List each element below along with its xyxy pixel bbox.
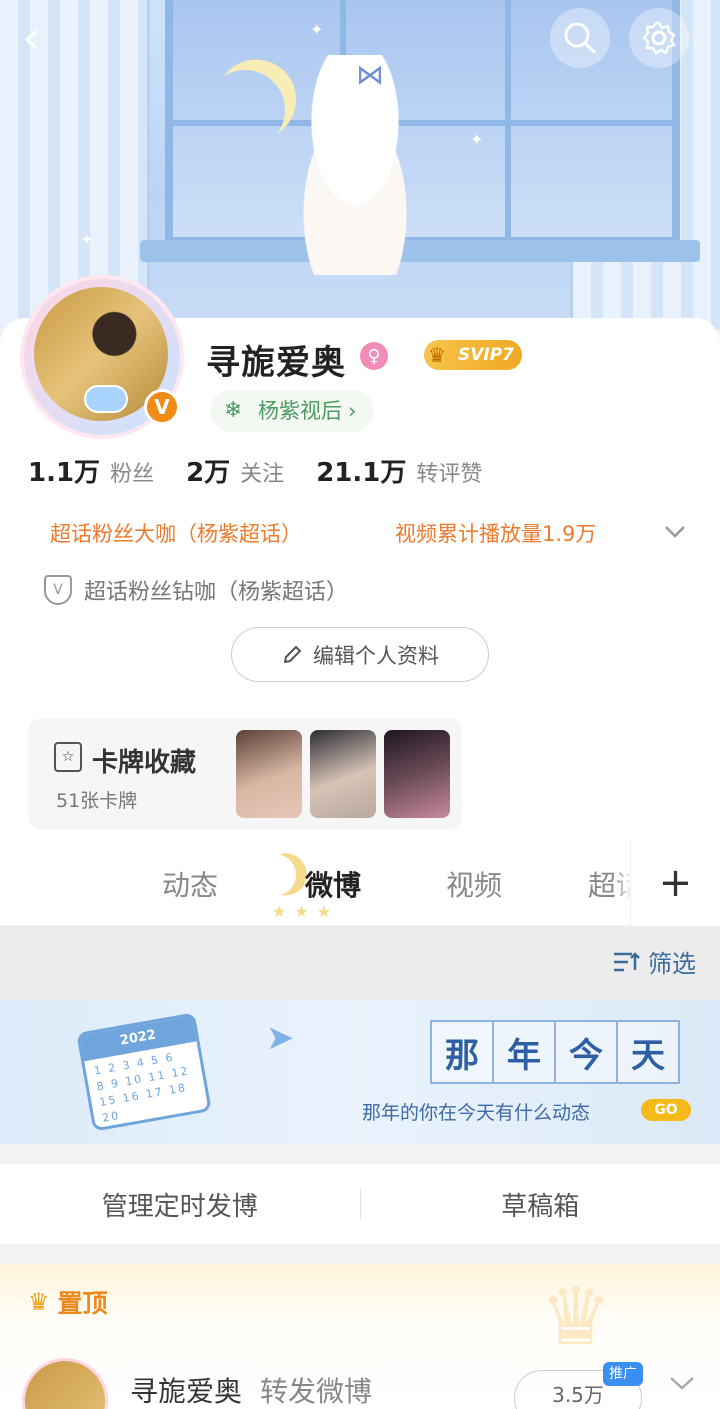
card-collection[interactable]: ☆ 卡牌收藏 51张卡牌: [28, 718, 462, 830]
card-collection-title: 卡牌收藏: [92, 748, 197, 778]
card-icon: ☆: [54, 742, 82, 772]
crown-decoration-icon: ♛: [540, 1270, 612, 1363]
calendar-icon: 2022 1 2 3 4 5 68 9 10 11 12 15 16 17 18 …: [76, 1012, 212, 1132]
settings-button[interactable]: [629, 8, 689, 68]
star-icon: ✦: [470, 130, 484, 149]
crown-icon: ♛: [28, 1288, 50, 1316]
card-thumbnail[interactable]: [236, 730, 302, 818]
stat-label: 粉丝: [110, 462, 155, 487]
go-button[interactable]: GO: [641, 1099, 691, 1121]
memory-banner[interactable]: 2022 1 2 3 4 5 68 9 10 11 12 15 16 17 18 …: [0, 1000, 720, 1144]
filter-bar: 筛选: [0, 926, 720, 1000]
vip-label: SVIP7: [458, 345, 515, 365]
gear-icon: [642, 21, 676, 55]
calendar-grid: 1 2 3 4 5 68 9 10 11 12 15 16 17 18 20: [92, 1050, 191, 1125]
shield-icon: V: [44, 575, 72, 605]
star-icon: ✦: [80, 230, 94, 249]
memory-title: 那 年 今 天: [430, 1020, 680, 1084]
honor-video-plays[interactable]: 视频累计播放量1.9万: [395, 518, 596, 548]
moon-icon: [247, 847, 303, 903]
memory-title-char: 今: [554, 1020, 618, 1084]
stats-row: 1.1万 粉丝 2万 关注 21.1万 转评赞: [28, 452, 482, 489]
filter-icon: [614, 951, 640, 971]
plus-icon: +: [658, 860, 693, 906]
card-collection-count: 51张卡牌: [56, 790, 138, 812]
vip-badge[interactable]: ♛ SVIP7: [424, 340, 523, 370]
edit-profile-label: 编辑个人资料: [313, 643, 439, 668]
pencil-icon: [284, 645, 301, 663]
profile-tag[interactable]: ❄ 杨紫视后 ›: [210, 390, 375, 432]
card-thumbnail[interactable]: [310, 730, 376, 818]
card-thumbnail[interactable]: [384, 730, 450, 818]
verified-badge: V: [144, 389, 180, 425]
tab-weibo[interactable]: 微博: [305, 864, 361, 904]
paper-plane-icon: ➤: [266, 1018, 295, 1058]
edit-profile-button[interactable]: 编辑个人资料: [231, 627, 489, 682]
stat-followers[interactable]: 1.1万 粉丝: [28, 452, 154, 489]
tab-bar: 动态 微博 ★★★ 视频 超话 +: [0, 840, 720, 926]
post-avatar[interactable]: [22, 1358, 108, 1409]
post-author[interactable]: 寻旎爱奥: [130, 1370, 242, 1409]
stars-icon: ★★★: [272, 902, 340, 921]
memory-title-char: 天: [616, 1020, 680, 1084]
avatar[interactable]: V: [20, 275, 184, 439]
filter-label: 筛选: [648, 950, 696, 978]
post-action: 转发微博: [260, 1375, 373, 1408]
stat-value: 1.1万: [28, 458, 101, 488]
hot-value: 3.5万: [552, 1383, 604, 1407]
snowflake-icon: ❄: [224, 398, 243, 423]
honor-supertopic[interactable]: 超话粉丝大咖（杨紫超话）: [50, 518, 302, 548]
stat-label: 转评赞: [416, 462, 483, 487]
drafts-button[interactable]: 草稿箱: [361, 1164, 720, 1244]
chevron-down-icon[interactable]: [668, 1370, 696, 1400]
tab-activity[interactable]: 动态: [162, 864, 218, 904]
back-button[interactable]: ‹: [22, 14, 40, 60]
scheduled-posts-button[interactable]: 管理定时发博: [0, 1164, 360, 1244]
chevron-right-icon: ›: [348, 399, 357, 423]
post-actions-bar: 管理定时发博 草稿箱: [0, 1164, 720, 1244]
bow-icon: [84, 385, 128, 413]
bow-icon: ⋈: [356, 58, 384, 91]
stat-value: 2万: [186, 458, 231, 488]
pinned-post: ♛ ♛ 置顶 寻旎爱奥 转发微博 3.5万 推广: [0, 1264, 720, 1409]
tag-label: 杨紫视后: [258, 399, 342, 423]
female-icon: ♀: [360, 342, 388, 370]
filter-button[interactable]: 筛选: [612, 944, 696, 979]
pinned-label: ♛ 置顶: [28, 1284, 108, 1320]
profile-page: { "header": { "back_icon": "chevron-left…: [0, 0, 720, 1409]
stat-value: 21.1万: [316, 458, 407, 488]
memory-title-char: 年: [492, 1020, 556, 1084]
memory-subtitle: 那年的你在今天有什么动态: [362, 1102, 591, 1124]
star-icon: ✦: [310, 20, 324, 39]
username: 寻旎爱奥: [206, 343, 346, 383]
chevron-down-icon[interactable]: [662, 518, 690, 546]
search-button[interactable]: [550, 8, 610, 68]
crown-icon: ♛: [428, 343, 446, 367]
stat-label: 关注: [240, 462, 285, 487]
promote-badge: 推广: [603, 1362, 643, 1386]
stat-engagement[interactable]: 21.1万 转评赞: [316, 452, 482, 489]
pinned-label-text: 置顶: [57, 1289, 108, 1318]
fan-badge-label: 超话粉丝钻咖（杨紫超话）: [84, 580, 349, 605]
add-tab-button[interactable]: +: [630, 840, 720, 926]
fan-badge[interactable]: V 超话粉丝钻咖（杨紫超话）: [44, 574, 348, 606]
memory-title-char: 那: [430, 1020, 494, 1084]
stat-following[interactable]: 2万 关注: [186, 452, 284, 489]
tab-video[interactable]: 视频: [446, 864, 502, 904]
search-icon: [564, 22, 596, 54]
